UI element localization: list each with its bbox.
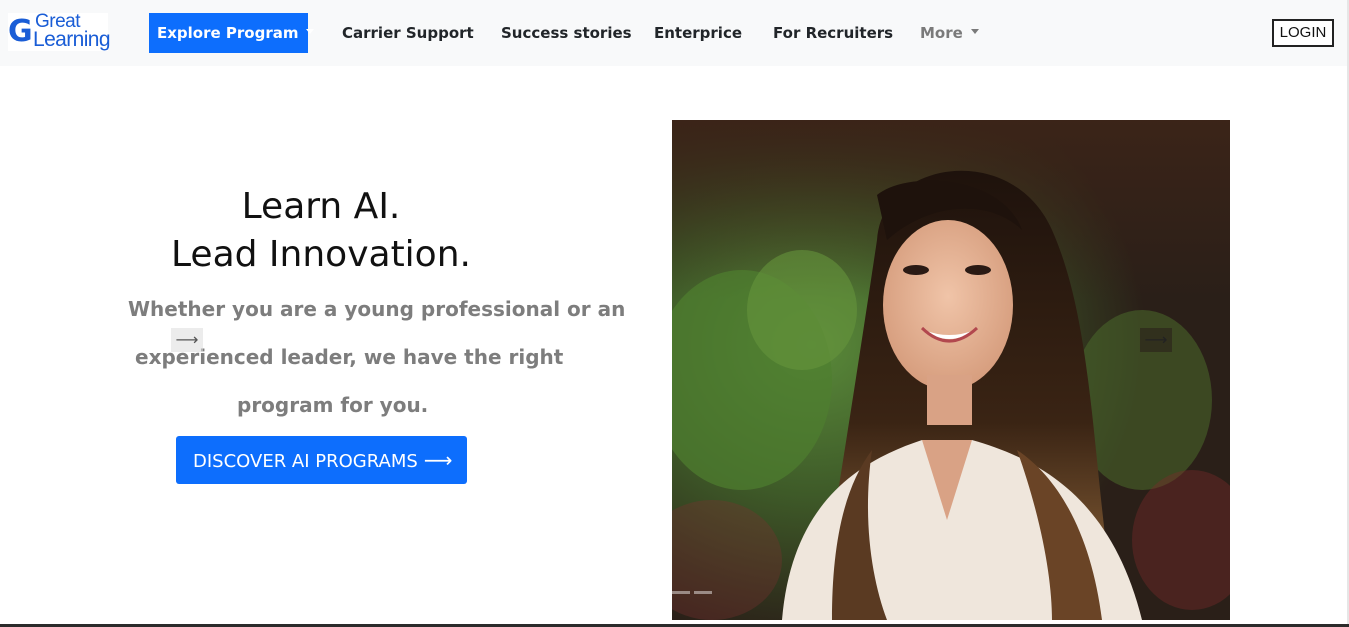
carousel-indicator-1[interactable] [672, 591, 690, 594]
hero-carousel-image [672, 120, 1230, 620]
hero-description-line1: Whether you are a young professional or … [128, 297, 626, 321]
explore-program-label: Explore Program [157, 24, 299, 42]
logo-g-mark: G [8, 14, 33, 49]
nav-success-stories[interactable]: Success stories [501, 22, 632, 44]
nav-more-label: More [920, 24, 963, 42]
explore-program-dropdown[interactable]: Explore Program [149, 13, 315, 53]
hero-description-line3: program for you. [237, 393, 429, 417]
portrait-photo [672, 120, 1230, 620]
carousel-indicator-2[interactable] [694, 591, 712, 594]
arrow-right-icon: ⟶ [1144, 330, 1168, 349]
top-navbar: G Great Learning Explore Program Carrier… [0, 0, 1349, 66]
nav-more-dropdown[interactable]: More [920, 22, 979, 44]
arrow-right-icon: ⟶ [423, 448, 453, 472]
nav-for-recruiters[interactable]: For Recruiters [773, 22, 893, 44]
nav-enterprice[interactable]: Enterprice [654, 22, 742, 44]
nav-carrier-support[interactable]: Carrier Support [342, 22, 474, 44]
caret-down-icon [970, 29, 979, 34]
great-learning-logo[interactable]: G Great Learning [8, 12, 111, 51]
carousel-next-button[interactable]: ⟶ [1140, 328, 1172, 352]
hero-title-line1: Learn AI. [241, 186, 401, 227]
caret-down-icon [306, 29, 315, 34]
login-button[interactable]: LOGIN [1272, 19, 1334, 47]
logo-word-learning: Learning [33, 28, 111, 51]
discover-ai-programs-button[interactable]: DISCOVER AI PROGRAMS ⟶ [176, 436, 467, 484]
cta-label: DISCOVER AI PROGRAMS [193, 451, 418, 472]
carousel-prev-button[interactable]: ⟶ [171, 328, 203, 352]
arrow-right-icon: ⟶ [175, 330, 199, 349]
hero-title-line2: Lead Innovation. [171, 234, 471, 275]
